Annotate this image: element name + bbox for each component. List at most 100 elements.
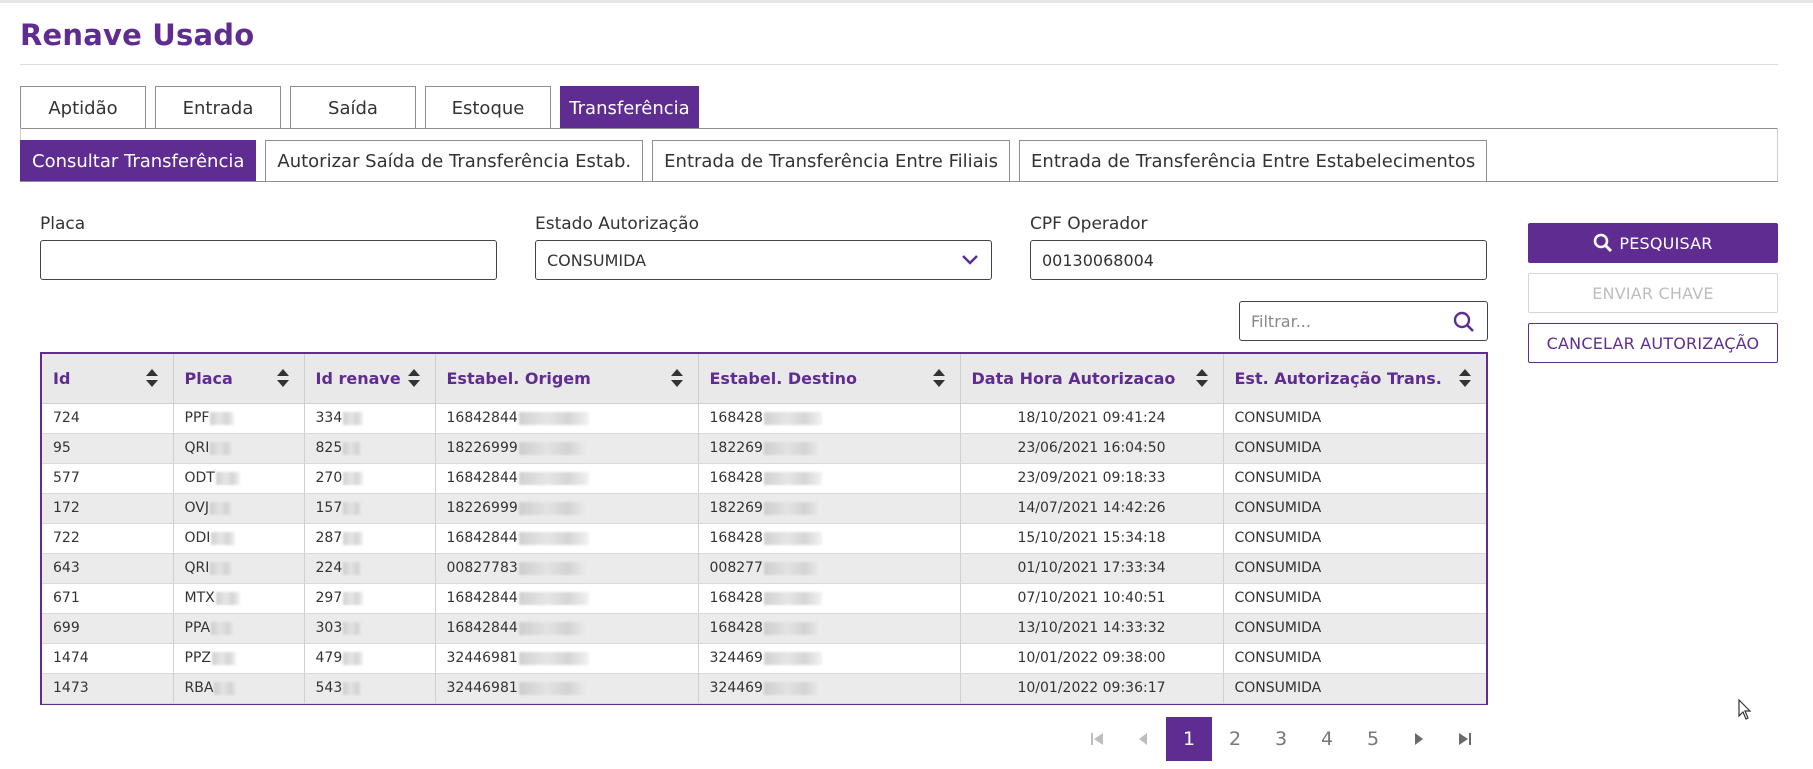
redacted-mask	[343, 681, 364, 695]
cell-estabel-destino: 182269	[698, 493, 961, 524]
redacted-mask	[343, 531, 364, 545]
subtab-entrada-estabelecimentos[interactable]: Entrada de Transferência Entre Estabelec…	[1019, 140, 1488, 182]
cell-data-hora-text: 10/01/2022 09:38:00	[1017, 650, 1166, 666]
tab-saida[interactable]: Saída	[290, 86, 416, 129]
table-row[interactable]: 577 ODT 270 16842844 168428 23/09/2021 09:18:…	[42, 463, 1486, 494]
table-header-row: Id Placa Id renave Estabel. Origem Estab…	[42, 354, 1486, 404]
sort-icon[interactable]	[932, 368, 946, 388]
table-row[interactable]: 724 PPF 334 16842844 168428 18/10/2021 09:41:…	[42, 403, 1486, 434]
next-page-icon	[1415, 733, 1423, 745]
cell-estado-text: CONSUMIDA	[1234, 560, 1322, 576]
tab-aptidao[interactable]: Aptidão	[20, 86, 146, 129]
table-row[interactable]: 671 MTX 297 16842844 168428 07/10/2021 10:40:…	[42, 583, 1486, 614]
cell-placa: MTX	[173, 583, 305, 614]
placa-input[interactable]	[52, 241, 496, 279]
send-key-button[interactable]: ENVIAR CHAVE	[1528, 273, 1778, 313]
page-number[interactable]: 2	[1212, 717, 1258, 761]
tab-entrada[interactable]: Entrada	[155, 86, 281, 129]
col-header-label: Data Hora Autorizacao	[971, 368, 1176, 388]
filter-field[interactable]	[1239, 301, 1488, 341]
page-number[interactable]: 1	[1166, 717, 1212, 761]
sort-icon[interactable]	[670, 368, 684, 388]
results-table: Id Placa Id renave Estabel. Origem Estab…	[40, 352, 1488, 705]
cell-id-renave-text: 287	[315, 530, 343, 546]
cell-id: 95	[42, 433, 174, 464]
cell-placa: OVJ	[173, 493, 305, 524]
cell-placa-text: OVJ	[184, 500, 209, 516]
sub-tabs: Consultar Transferência Autorizar Saída …	[20, 140, 1496, 182]
cell-estado: CONSUMIDA	[1223, 583, 1486, 614]
cell-estabel-origem: 16842844	[435, 523, 699, 554]
sort-icon[interactable]	[145, 368, 159, 388]
first-page-icon	[1091, 733, 1103, 745]
cell-id: 699	[42, 613, 174, 644]
estado-select[interactable]: CONSUMIDA	[535, 240, 992, 280]
cell-estado: CONSUMIDA	[1223, 403, 1486, 434]
filter-input[interactable]	[1251, 311, 1441, 331]
cell-id-renave-text: 825	[315, 440, 343, 456]
cell-placa: RBA	[173, 673, 305, 704]
cell-id-renave-text: 297	[315, 590, 343, 606]
subtab-autorizar-saida[interactable]: Autorizar Saída de Transferência Estab.	[265, 140, 644, 182]
cancel-authorization-button[interactable]: CANCELAR AUTORIZAÇÃO	[1528, 323, 1778, 363]
tab-estoque[interactable]: Estoque	[425, 86, 551, 129]
cell-id-text: 577	[53, 470, 80, 486]
sort-icon[interactable]	[407, 368, 421, 388]
redacted-mask	[763, 561, 822, 575]
mouse-cursor-icon	[1738, 699, 1752, 720]
table-row[interactable]: 95 QRI 825 18226999 182269 23/06/2021 16:04:5…	[42, 433, 1486, 464]
cell-estado: CONSUMIDA	[1223, 553, 1486, 584]
table-row[interactable]: 699 PPA 303 16842844 168428 13/10/2021 14:33:…	[42, 613, 1486, 644]
sort-icon[interactable]	[1195, 368, 1209, 388]
col-header-id[interactable]: Id	[42, 354, 174, 404]
cpf-field[interactable]	[1030, 240, 1487, 280]
cell-data-hora-text: 18/10/2021 09:41:24	[1017, 410, 1166, 426]
redacted-mask	[209, 501, 234, 515]
page-number[interactable]: 3	[1258, 717, 1304, 761]
sort-icon[interactable]	[276, 368, 290, 388]
cpf-input[interactable]	[1042, 241, 1486, 279]
col-header-id-renave[interactable]: Id renave	[304, 354, 436, 404]
cell-id-renave: 479	[304, 643, 436, 674]
page-number[interactable]: 5	[1350, 717, 1396, 761]
table-row[interactable]: 1473 RBA 543 32446981 324469 10/01/2022 09:36…	[42, 673, 1486, 704]
table-row[interactable]: 643 QRI 224 00827783 008277 01/10/2021 17:33:…	[42, 553, 1486, 584]
last-page-button[interactable]	[1442, 717, 1488, 761]
cell-estado: CONSUMIDA	[1223, 433, 1486, 464]
search-icon[interactable]	[1453, 311, 1475, 333]
next-page-button[interactable]	[1396, 717, 1442, 761]
cell-estabel-origem-text: 32446981	[446, 680, 518, 696]
col-header-estabel-origem[interactable]: Estabel. Origem	[435, 354, 699, 404]
col-header-estabel-destino[interactable]: Estabel. Destino	[698, 354, 961, 404]
cell-estado-text: CONSUMIDA	[1234, 680, 1322, 696]
cpf-label: CPF Operador	[1030, 214, 1148, 234]
col-header-data-hora[interactable]: Data Hora Autorizacao	[960, 354, 1224, 404]
table-row[interactable]: 1474 PPZ 479 32446981 324469 10/01/2022 09:38…	[42, 643, 1486, 674]
previous-page-button[interactable]	[1120, 717, 1166, 761]
page-number[interactable]: 4	[1304, 717, 1350, 761]
table-row[interactable]: 172 OVJ 157 18226999 182269 14/07/2021 14:42:…	[42, 493, 1486, 524]
cell-placa-text: ODI	[184, 530, 211, 546]
cell-data-hora: 14/07/2021 14:42:26	[960, 493, 1224, 524]
page-title: Renave Usado	[20, 18, 255, 52]
cell-data-hora-text: 23/09/2021 09:18:33	[1017, 470, 1166, 486]
redacted-mask	[215, 471, 240, 485]
cell-estabel-destino-text: 168428	[709, 620, 763, 636]
cell-id-text: 1474	[53, 650, 89, 666]
placa-field[interactable]	[40, 240, 497, 280]
cell-data-hora: 07/10/2021 10:40:51	[960, 583, 1224, 614]
cell-id: 172	[42, 493, 174, 524]
table-row[interactable]: 722 ODI 287 16842844 168428 15/10/2021 15:34:…	[42, 523, 1486, 554]
first-page-button[interactable]	[1074, 717, 1120, 761]
redacted-mask	[763, 591, 822, 605]
col-header-placa[interactable]: Placa	[173, 354, 305, 404]
subtab-consultar-transferencia[interactable]: Consultar Transferência	[20, 140, 257, 182]
cell-id-text: 722	[53, 530, 80, 546]
cell-data-hora: 23/09/2021 09:18:33	[960, 463, 1224, 494]
subtab-entrada-filiais[interactable]: Entrada de Transferência Entre Filiais	[652, 140, 1011, 182]
col-header-estado-autorizacao[interactable]: Est. Autorização Trans.	[1223, 354, 1486, 404]
tab-transferencia[interactable]: Transferência	[560, 86, 699, 129]
sort-icon[interactable]	[1458, 368, 1472, 388]
search-button[interactable]: PESQUISAR	[1528, 223, 1778, 263]
cell-estado: CONSUMIDA	[1223, 613, 1486, 644]
